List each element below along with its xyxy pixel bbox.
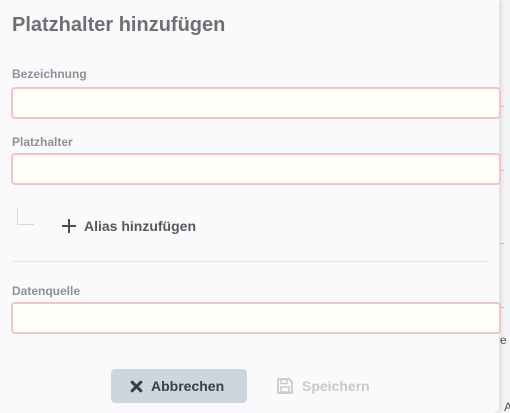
close-icon (130, 380, 143, 393)
add-alias-button[interactable]: Alias hinzufügen (62, 214, 196, 238)
plus-icon (62, 219, 76, 233)
platzhalter-label: Platzhalter (12, 135, 73, 149)
cancel-button[interactable]: Abbrechen (111, 369, 247, 403)
save-label: Speichern (302, 378, 370, 394)
bezeichnung-input[interactable] (11, 87, 501, 119)
divider (12, 261, 488, 262)
add-placeholder-dialog: Platzhalter hinzufügen Bezeichnung Platz… (0, 0, 501, 413)
background-text: e (500, 333, 507, 347)
save-icon (277, 378, 293, 394)
save-button[interactable]: Speichern (274, 369, 384, 403)
datenquelle-input[interactable] (11, 302, 501, 334)
dialog-title: Platzhalter hinzufügen (12, 14, 226, 36)
add-alias-label: Alias hinzufügen (84, 218, 196, 234)
bezeichnung-label: Bezeichnung (12, 67, 87, 81)
alias-tree-connector (17, 207, 34, 225)
datenquelle-label: Datenquelle (12, 284, 81, 298)
cancel-label: Abbrechen (151, 378, 225, 394)
platzhalter-input[interactable] (11, 153, 501, 185)
background-text: A (504, 400, 510, 413)
